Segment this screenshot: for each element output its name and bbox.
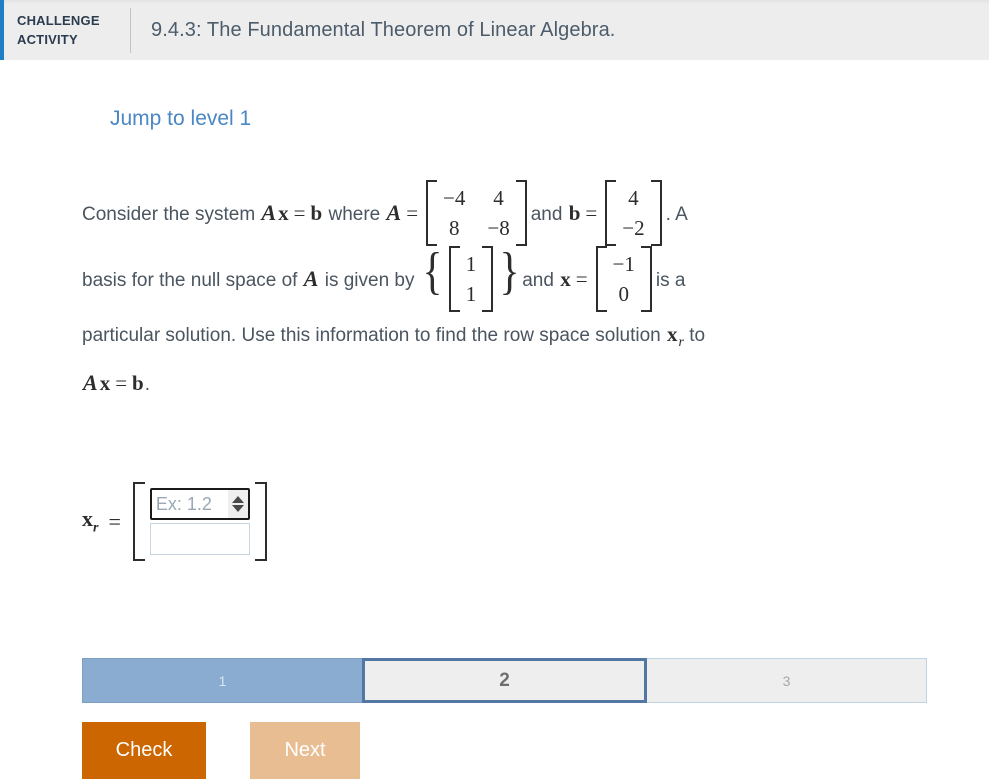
math-A-4: A — [83, 369, 98, 395]
problem-text-final-period: . — [144, 373, 150, 395]
answer-label-subscript: r — [93, 520, 99, 536]
vector-b-bracket-left — [605, 180, 617, 246]
header-accent-bar — [0, 0, 4, 60]
problem-text-periodA: . A — [665, 204, 688, 226]
vector-b: 4 −2 — [605, 180, 662, 246]
math-x-2: x — [560, 267, 571, 292]
action-buttons: Check Next — [82, 722, 360, 779]
answer-input-2[interactable] — [150, 524, 249, 554]
math-equals-1: = — [293, 201, 306, 226]
jump-to-level-link[interactable]: Jump to level 1 — [110, 107, 251, 131]
answer-vector — [132, 482, 267, 561]
problem-text-givenby: is given by — [319, 270, 420, 292]
vector-x-bracket-right — [640, 246, 652, 312]
problem-line-4: Ax = b. — [82, 363, 952, 405]
answer-bracket-right — [254, 482, 267, 561]
math-b-2: b — [568, 201, 581, 226]
level-indicator-2[interactable]: 2 — [362, 658, 647, 703]
vector-x: −1 0 — [595, 246, 652, 312]
problem-line-2: basis for the null space of A is given b… — [82, 246, 952, 314]
math-xr-1: x — [667, 322, 678, 346]
problem-text-to: to — [683, 325, 706, 346]
next-button[interactable]: Next — [250, 722, 360, 779]
challenge-label-line1: CHALLENGE — [17, 13, 100, 28]
answer-equals-sign: = — [108, 508, 121, 534]
answer-label-main: x — [82, 506, 93, 532]
answer-field-2-wrapper[interactable] — [149, 523, 250, 555]
problem-text-and-2: and — [522, 270, 560, 292]
header-divider — [130, 7, 131, 53]
vector-b-cell-1: −2 — [622, 216, 645, 240]
nullspace-bracket-left — [448, 246, 460, 312]
matrix-A: −4 4 8 −8 — [426, 180, 527, 246]
nullspace-cell-1: 1 — [465, 282, 477, 306]
answer-bracket-left — [132, 482, 145, 561]
level-2-label: 2 — [499, 669, 510, 691]
answer-input-cells — [145, 482, 255, 561]
math-equals-3: = — [585, 201, 598, 226]
matrix-A-cell-0: −4 — [443, 186, 466, 210]
vector-b-bracket-right — [650, 180, 662, 246]
math-x-3: x — [99, 370, 111, 395]
problem-statement: Consider the system Ax = b where A = −4 4 8 −8 a… — [82, 180, 952, 405]
level-3-label: 3 — [782, 672, 791, 689]
problem-text-consider: Consider the system — [82, 204, 261, 226]
answer-input-1[interactable] — [151, 490, 228, 518]
vector-x-cell-0: −1 — [612, 252, 635, 276]
math-x-1: x — [278, 201, 289, 226]
problem-text-basis: basis for the null space of — [82, 270, 303, 292]
matrix-A-bracket-right — [515, 180, 527, 246]
answer-input-1-spinner[interactable] — [227, 490, 248, 518]
problem-text-and-1: and — [530, 204, 568, 226]
nullspace-bracket-right — [482, 246, 494, 312]
answer-row: xr = — [82, 482, 267, 561]
math-equals-2: = — [406, 201, 419, 226]
problem-text-particular: particular solution. Use this informatio… — [82, 325, 667, 346]
math-A-3: A — [303, 266, 319, 292]
challenge-activity-label: CHALLENGE ACTIVITY — [0, 11, 112, 49]
math-A-2: A — [386, 200, 402, 226]
level-progress-bar: 1 2 3 — [82, 658, 927, 703]
challenge-activity-header: CHALLENGE ACTIVITY 9.4.3: The Fundamenta… — [0, 0, 989, 60]
matrix-A-cells: −4 4 8 −8 — [437, 180, 516, 246]
problem-text-where: where — [323, 204, 386, 226]
level-indicator-1[interactable]: 1 — [82, 658, 363, 703]
math-A-1: A — [261, 200, 277, 226]
nullspace-cell-0: 1 — [465, 252, 477, 276]
problem-line-1: Consider the system Ax = b where A = −4 4 8 −8 a… — [82, 180, 952, 248]
vector-b-cells: 4 −2 — [616, 180, 650, 246]
matrix-A-cell-1: 4 — [493, 186, 504, 210]
nullspace-basis-vector: 11 — [448, 246, 494, 312]
challenge-label-line2: ACTIVITY — [17, 32, 78, 47]
nullspace-cells: 11 — [460, 246, 483, 312]
vector-x-cells: −1 0 — [607, 246, 641, 312]
spinner-up-arrow-icon[interactable] — [231, 496, 244, 503]
vector-x-cell-1: 0 — [618, 282, 629, 306]
matrix-A-cell-2: 8 — [448, 216, 460, 240]
problem-line-3: particular solution. Use this informatio… — [82, 314, 952, 363]
vector-x-bracket-left — [595, 246, 607, 312]
answer-field-1-wrapper[interactable] — [149, 488, 250, 520]
check-button[interactable]: Check — [82, 722, 206, 779]
problem-text-isa: is a — [655, 270, 686, 292]
level-indicator-3[interactable]: 3 — [646, 658, 927, 703]
activity-title: 9.4.3: The Fundamental Theorem of Linear… — [151, 18, 616, 41]
spinner-down-arrow-icon[interactable] — [231, 505, 244, 512]
math-b-3: b — [132, 370, 144, 395]
math-b-1: b — [310, 201, 323, 226]
level-1-label: 1 — [218, 672, 227, 689]
math-equals-4: = — [575, 267, 588, 292]
matrix-A-cell-3: −8 — [487, 216, 510, 240]
answer-label-xr: xr — [82, 506, 98, 536]
vector-b-cell-0: 4 — [628, 186, 639, 210]
matrix-A-bracket-left — [426, 180, 438, 246]
math-equals-5: = — [115, 370, 128, 395]
